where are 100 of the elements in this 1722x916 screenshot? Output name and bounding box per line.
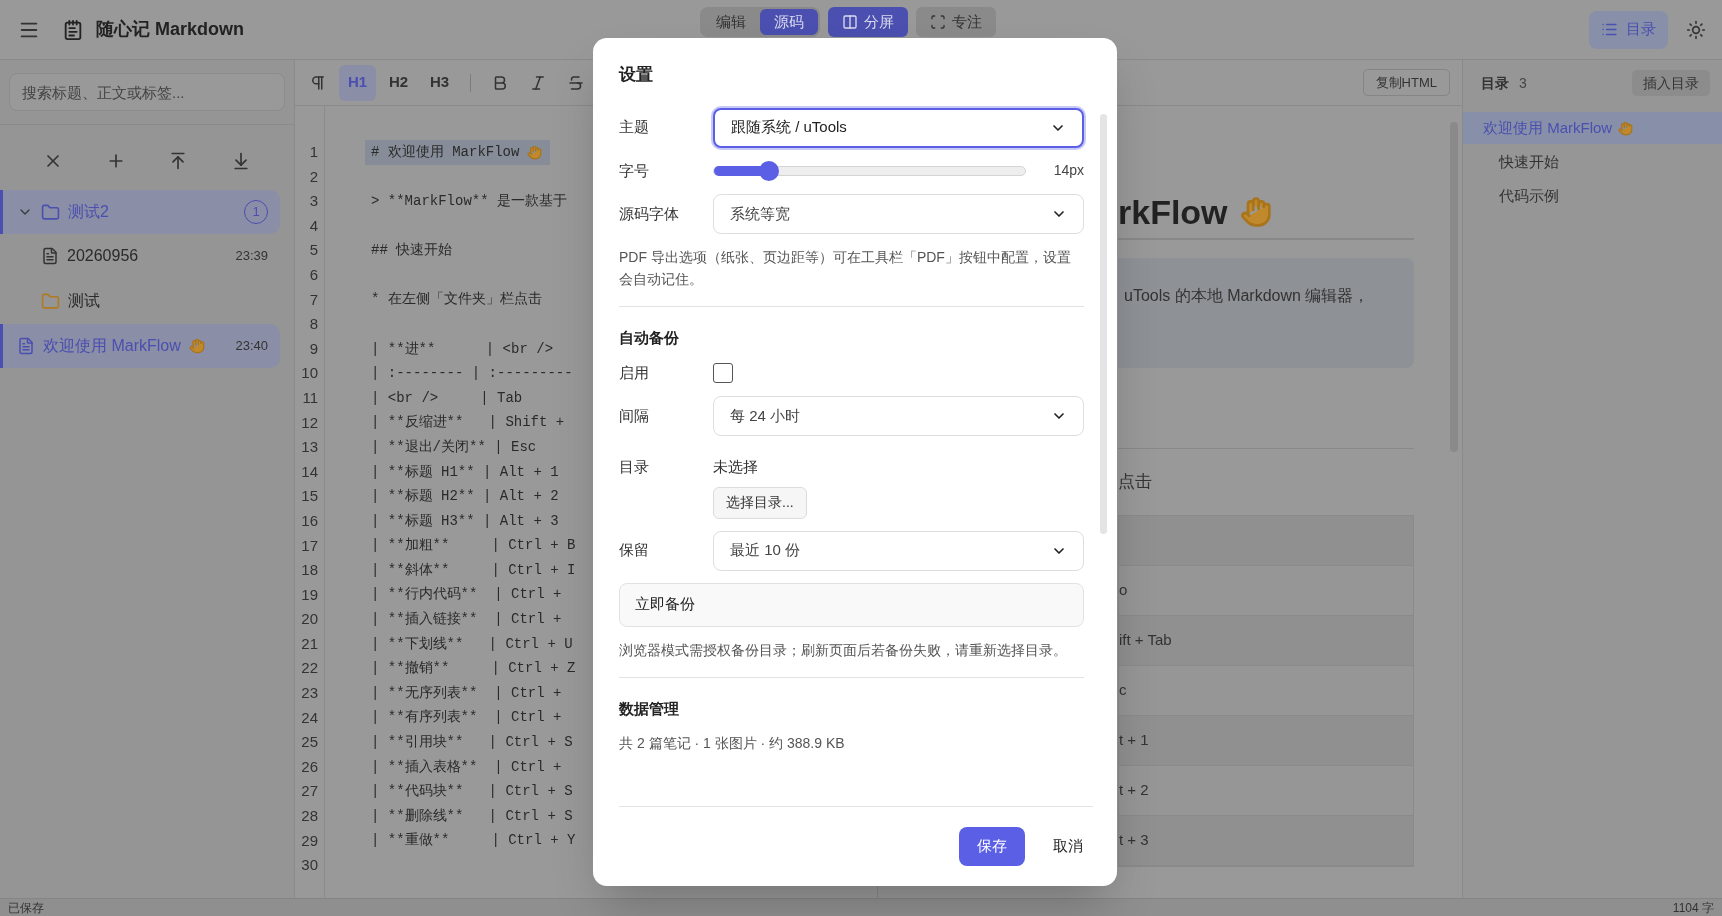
line-number: 4: [309, 215, 318, 236]
cancel-button[interactable]: 取消: [1049, 827, 1087, 866]
notepad-icon: [62, 18, 84, 41]
table-cell-text: ift + Tab: [1119, 629, 1172, 650]
italic-icon[interactable]: [529, 73, 547, 92]
directory-value: 未选择: [713, 457, 758, 477]
list-icon: [1601, 21, 1618, 38]
line-number: 6: [309, 264, 318, 285]
hint-text: 共 2 篇笔记 · 1 张图片 · 约 388.9 KB: [619, 734, 846, 753]
view-mode-tab[interactable]: 编辑: [702, 9, 760, 35]
line-number: 24: [301, 707, 318, 728]
paragraph-icon[interactable]: [309, 73, 327, 92]
waving-hand-icon: [1618, 120, 1634, 136]
code-line: | **撤销** | Ctrl + Z: [371, 659, 576, 679]
code-line: ## 快速开始: [371, 241, 453, 261]
table-cell-text: t + 1: [1119, 729, 1149, 750]
note-item[interactable]: 20260956 23:39: [0, 234, 280, 278]
item-time: 23:40: [235, 337, 268, 356]
code-line: | :-------- | :---------: [371, 364, 573, 384]
item-name: 20260956: [67, 246, 139, 266]
code-line: | **有序列表** | Ctrl +: [371, 708, 562, 728]
item-name: 欢迎使用 MarkFlow: [43, 336, 181, 356]
select-value: 系统等宽: [730, 203, 790, 224]
table-cell-text: o: [1119, 579, 1128, 600]
paragraph-text: 点击: [1118, 472, 1152, 491]
line-number: 27: [301, 781, 318, 802]
word-count: 1104 字: [1672, 899, 1714, 916]
hint-text: 浏览器模式需授权备份目录；刷新页面后若备份失败，请重新选择目录。: [619, 640, 1068, 660]
checkbox[interactable]: [713, 362, 733, 383]
line-number: 12: [301, 412, 318, 433]
toc-item[interactable]: 代码示例: [1463, 180, 1722, 212]
choose-directory-button[interactable]: 选择目录...: [713, 486, 807, 519]
table-cell-text: c: [1119, 679, 1127, 700]
font-size-slider[interactable]: [713, 160, 1026, 181]
code-line: | **标题 H2** | Alt + 2: [371, 487, 559, 507]
item-name: 测试2: [68, 202, 109, 222]
slider-reading: 14px: [1053, 161, 1084, 181]
line-number: 16: [301, 510, 318, 531]
theme-toggle-icon[interactable]: [1686, 19, 1706, 40]
setting-label: 启用: [619, 362, 650, 383]
toc-item[interactable]: 快速开始: [1463, 146, 1722, 178]
line-number: 7: [309, 289, 318, 310]
toc-count: 3: [1519, 73, 1527, 93]
select-field[interactable]: 每 24 小时: [713, 396, 1084, 436]
code-line: | **退出/关闭** | Esc: [371, 437, 537, 457]
line-number: 21: [301, 633, 318, 654]
code-line: | **插入链接** | Ctrl +: [371, 610, 562, 630]
heading-button[interactable]: H2: [380, 64, 417, 101]
insert-toc-button[interactable]: 插入目录: [1632, 70, 1710, 96]
focus-mode-button[interactable]: 专注: [916, 7, 996, 37]
setting-label: 源码字体: [619, 203, 680, 224]
waving-hand-icon: [188, 338, 205, 354]
code-line: | **引用块** | Ctrl + S: [371, 733, 573, 753]
folder-icon: [41, 291, 60, 311]
strikethrough-icon[interactable]: [567, 73, 585, 92]
folder-item[interactable]: 测试: [0, 279, 280, 323]
select-field[interactable]: 跟随系统 / uTools: [713, 107, 1084, 148]
search-field[interactable]: 搜索标题、正文或标签...: [9, 73, 285, 111]
line-number: 13: [301, 437, 318, 458]
select-field[interactable]: 最近 10 份: [713, 530, 1084, 571]
backup-now-button[interactable]: 立即备份: [619, 582, 1084, 627]
code-line: | **无序列表** | Ctrl +: [371, 683, 562, 703]
line-number: 26: [301, 756, 318, 777]
line-number: 17: [301, 535, 318, 556]
line-number: 14: [301, 461, 318, 482]
document-icon: [41, 247, 59, 265]
line-number: 15: [301, 486, 318, 507]
select-field[interactable]: 系统等宽: [713, 194, 1084, 234]
document-icon: [17, 337, 35, 355]
copy-html-button[interactable]: 复制HTML: [1362, 69, 1450, 96]
save-button[interactable]: 保存: [959, 827, 1025, 866]
heading-button[interactable]: H3: [421, 64, 458, 101]
select-value: 每 24 小时: [730, 405, 801, 426]
code-line: | **标题 H3** | Alt + 3: [371, 511, 559, 531]
setting-label: 保留: [619, 540, 650, 561]
code-line: | **下划线** | Ctrl + U: [371, 634, 573, 654]
line-number: 9: [309, 338, 318, 359]
folder-icon: [41, 202, 60, 222]
note-item[interactable]: 欢迎使用 MarkFlow 23:40: [0, 324, 280, 368]
select-value: 最近 10 份: [730, 540, 801, 561]
line-number: 23: [301, 683, 318, 704]
hint-text: PDF 导出选项（纸张、页边距等）可在工具栏「PDF」按钮中配置，设置会自动记住。: [619, 248, 1072, 289]
line-number: 5: [309, 240, 318, 261]
setting-label: 主题: [619, 117, 650, 138]
line-number: 1: [309, 142, 318, 162]
code-line: | **重做** | Ctrl + Y: [371, 831, 576, 851]
line-number: 29: [301, 830, 318, 851]
code-line: | **反缩进** | Shift +: [371, 413, 565, 433]
split-view-button[interactable]: 分屏: [828, 7, 908, 37]
line-number: 10: [301, 363, 318, 384]
quote-text: uTools 的本地 Markdown 编辑器，: [1124, 287, 1370, 304]
code-line: | **加粗** | Ctrl + B: [371, 536, 576, 556]
view-mode-tab[interactable]: 源码: [760, 9, 818, 35]
line-number: 22: [301, 658, 318, 679]
slider-thumb[interactable]: [759, 160, 780, 181]
line-number: 11: [302, 387, 318, 408]
save-status: 已保存: [8, 899, 44, 916]
app-title: 随心记 Markdown: [96, 18, 244, 41]
section-heading: 数据管理: [619, 698, 680, 719]
code-line: | **进** | <br />: [371, 339, 554, 359]
